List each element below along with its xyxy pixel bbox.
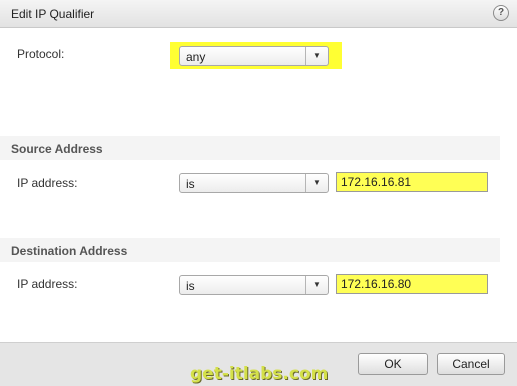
source-ip-input[interactable]: [337, 173, 487, 191]
destination-section-title: Destination Address: [11, 244, 128, 258]
dialog-title: Edit IP Qualifier: [11, 7, 95, 21]
protocol-select-value: any: [186, 50, 206, 64]
question-icon[interactable]: ?: [493, 5, 509, 21]
protocol-label: Protocol:: [17, 47, 65, 61]
protocol-select[interactable]: any ▼: [179, 46, 329, 66]
source-ip-input-wrapper: [336, 172, 488, 192]
source-section-header: Source Address: [0, 136, 500, 160]
cancel-button[interactable]: Cancel: [437, 353, 505, 375]
source-section-title: Source Address: [11, 142, 103, 156]
dialog-titlebar: Edit IP Qualifier ?: [0, 0, 517, 28]
destination-operator-value: is: [186, 279, 195, 293]
source-operator-value: is: [186, 177, 195, 191]
ok-button[interactable]: OK: [358, 353, 428, 375]
watermark: get-itlabs.com: [190, 364, 329, 384]
destination-ip-input[interactable]: [337, 275, 487, 293]
destination-operator-select[interactable]: is ▼: [179, 275, 329, 295]
destination-section-header: Destination Address: [0, 238, 500, 262]
source-ip-label: IP address:: [17, 176, 78, 190]
chevron-down-icon[interactable]: ▼: [305, 174, 328, 192]
chevron-down-icon[interactable]: ▼: [305, 47, 328, 65]
source-operator-select[interactable]: is ▼: [179, 173, 329, 193]
chevron-down-icon[interactable]: ▼: [305, 276, 328, 294]
destination-ip-label: IP address:: [17, 277, 78, 291]
destination-ip-input-wrapper: [336, 274, 488, 294]
